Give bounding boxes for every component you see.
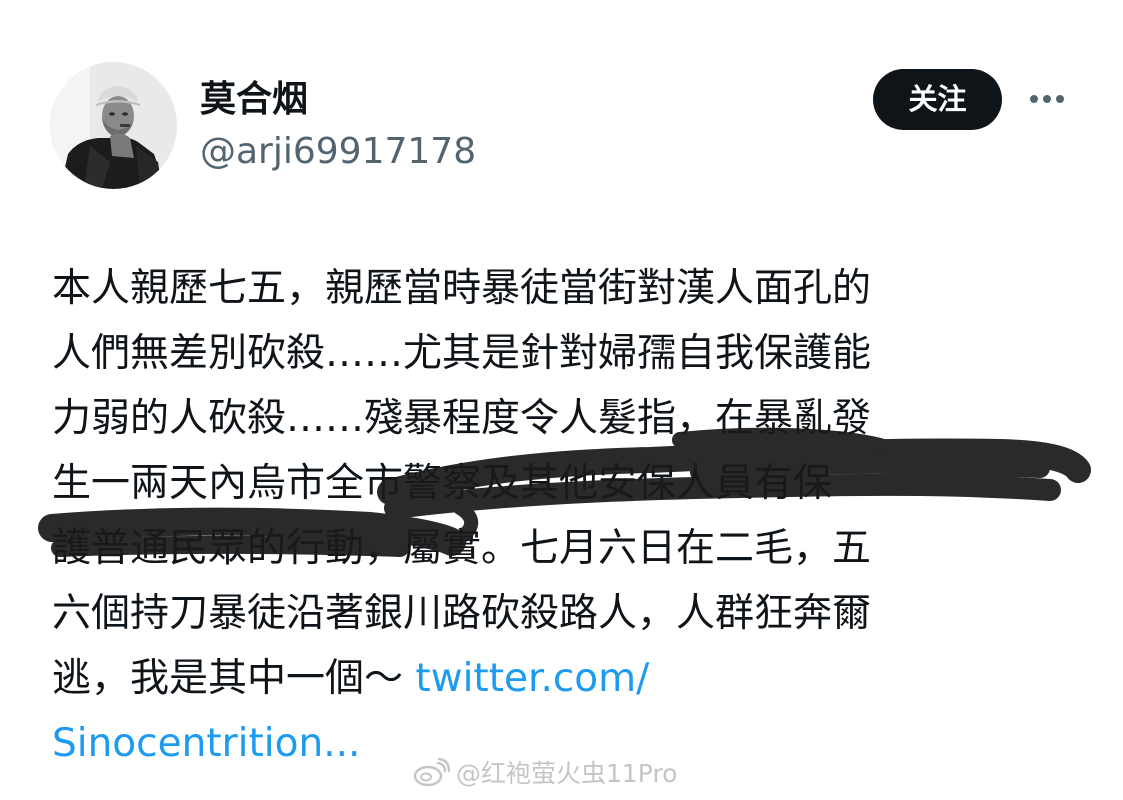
watermark-text: @红袍萤火虫11Pro (456, 759, 678, 788)
tweet-line: 力弱的人砍殺……殘暴程度令人髮指，在暴亂發 (52, 396, 872, 441)
follow-button[interactable]: 关注 (873, 69, 1002, 130)
tweet-text: 本人親歷七五，親歷當時暴徒當街對漢人面孔的 人們無差別砍殺……尤其是針對婦孺自我… (52, 256, 1062, 776)
tweet-line: 人們無差別砍殺……尤其是針對婦孺自我保護能 (52, 331, 872, 376)
weibo-logo-icon (413, 757, 450, 787)
display-name[interactable]: 莫合烟 (200, 76, 308, 124)
tweet-line: 本人親歷七五，親歷當時暴徒當街對漢人面孔的 (52, 266, 872, 311)
tweet-line: 護普通民眾的行動，屬實。七月六日在二毛，五 (52, 526, 872, 571)
tweet-line-last: 逃，我是其中一個～ twitter.com/ (52, 646, 1062, 711)
user-handle[interactable]: @arji69917178 (200, 128, 476, 176)
tweet-line: 六個持刀暴徒沿著銀川路砍殺路人，人群狂奔爾 (52, 591, 872, 636)
profile-avatar[interactable] (50, 62, 177, 189)
tweet-link[interactable]: twitter.com/ (415, 656, 649, 701)
tweet-line: 生一兩天內烏市全市警察及其他安保人員有保 (52, 461, 833, 506)
more-options-button[interactable] (1022, 84, 1072, 114)
tweet-screenshot: 莫合烟 @arji69917178 关注 本人親歷七五，親歷當時暴徒當街對漢人面… (0, 0, 1123, 800)
elderly-man-photo-avatar (50, 62, 177, 189)
weibo-watermark: @红袍萤火虫11Pro (412, 752, 677, 792)
tweet-line: 逃，我是其中一個～ (52, 656, 416, 701)
more-horizontal-icon (1030, 95, 1064, 103)
